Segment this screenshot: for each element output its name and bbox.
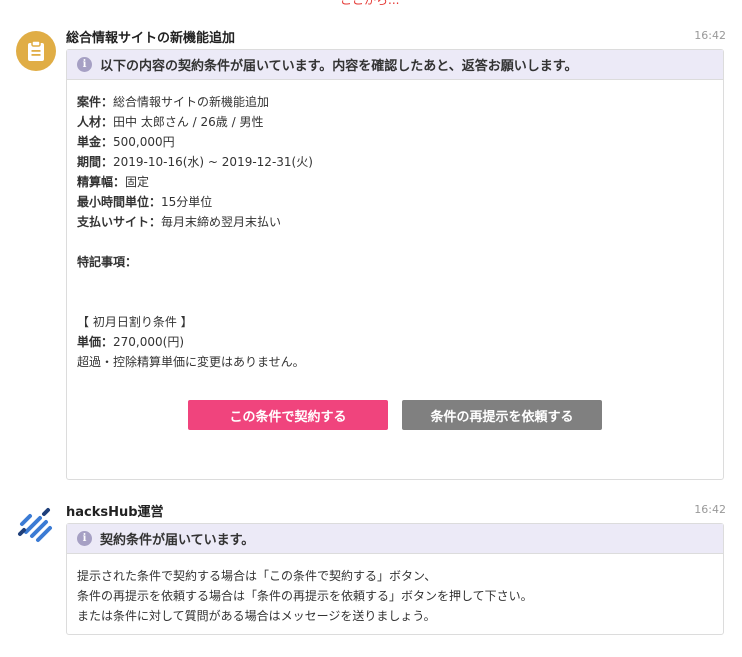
request-repropose-button[interactable]: 条件の再提示を依頼する [402, 400, 602, 430]
detail-payment: 支払いサイト：毎月末締め翌月末払い [77, 215, 282, 229]
detail-settlement: 精算幅：固定 [77, 175, 150, 189]
card-header-text: 以下の内容の契約条件が届いています。内容を確認したあと、返答お願いします。 [100, 59, 578, 74]
detail-case: 案件：総合情報サイトの新機能追加 [77, 95, 270, 109]
notice-line: または条件に対して質問がある場合はメッセージを送りましょう。 [77, 609, 436, 623]
info-icon: i [77, 531, 92, 546]
notice-line: 提示された条件で契約する場合は「この条件で契約する」ボタン、 [77, 569, 437, 583]
contract-card: i 以下の内容の契約条件が届いています。内容を確認したあと、返答お願いします。 … [66, 49, 724, 480]
message-time: 16:42 [694, 29, 726, 42]
detail-min-unit: 最小時間単位：15分単位 [77, 195, 213, 209]
detail-person: 人材：田中 太郎さん / 26歳 / 男性 [77, 115, 264, 129]
contract-details: 案件：総合情報サイトの新機能追加 人材：田中 太郎さん / 26歳 / 男性 単… [67, 80, 723, 440]
info-icon: i [77, 57, 92, 72]
card-header: i 以下の内容の契約条件が届いています。内容を確認したあと、返答お願いします。 [67, 50, 723, 80]
accept-contract-button[interactable]: この条件で契約する [188, 400, 388, 430]
detail-period: 期間：2019-10-16(水) ~ 2019-12-31(火) [77, 155, 313, 169]
detail-unit-price: 単価：270,000(円) [77, 335, 185, 349]
avatar [16, 31, 56, 71]
sender-name: hacksHub運営 [66, 505, 164, 520]
message-time: 16:42 [694, 503, 726, 516]
clipboard-icon [16, 31, 56, 71]
notice-card: i 契約条件が届いています。 提示された条件で契約する場合は「この条件で契約する… [66, 523, 724, 635]
sender-name: 総合情報サイトの新機能追加 [66, 31, 236, 46]
card-header: i 契約条件が届いています。 [67, 524, 723, 554]
notice-line: 条件の再提示を依頼する場合は「条件の再提示を依頼する」ボタンを押して下さい。 [77, 589, 533, 603]
detail-price: 単金：500,000円 [77, 135, 175, 149]
avatar [16, 506, 56, 546]
detail-notes-label: 特記事項： [77, 255, 138, 269]
previous-message-fragment: ここから... [340, 0, 400, 7]
card-header-text: 契約条件が届いています。 [100, 533, 255, 548]
prorate-title: 【 初月日割り条件 】 [77, 315, 193, 329]
notice-body: 提示された条件で契約する場合は「この条件で契約する」ボタン、 条件の再提示を依頼… [67, 554, 723, 636]
chat-page: ここから... 総合情報サイトの新機能追加 16:42 i 以下の内容の契約条件… [0, 0, 742, 657]
action-buttons: この条件で契約する 条件の再提示を依頼する [77, 400, 713, 430]
overage-note: 超過・控除精算単価に変更はありません。 [77, 355, 305, 369]
hackshub-logo [18, 508, 52, 542]
